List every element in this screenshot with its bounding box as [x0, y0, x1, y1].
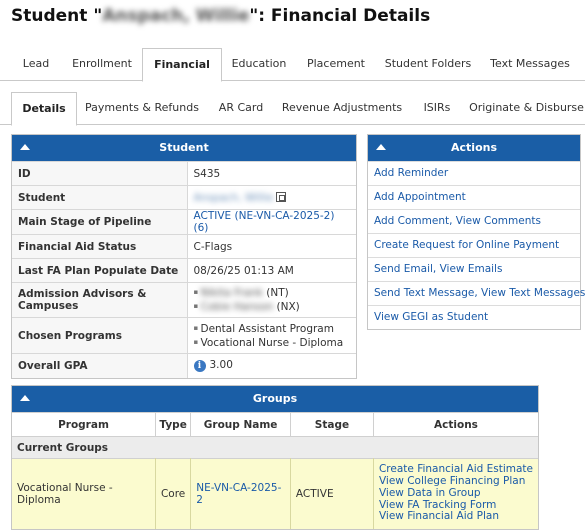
- actions-panel: Actions Add Reminder Add Appointment Add…: [367, 134, 585, 330]
- program-item: Vocational Nurse - Diploma: [194, 336, 351, 350]
- sub-tabs: Details Payments & Refunds AR Card Reven…: [0, 92, 585, 126]
- value-student: Anspach, Willie: [187, 185, 356, 210]
- action-add-comment: Add Comment, View Comments: [368, 209, 580, 233]
- student-name-link[interactable]: Anspach, Willie: [194, 192, 274, 204]
- program-item: Dental Assistant Program: [194, 322, 351, 336]
- table-row: Vocational Nurse - Diploma Core NE-VN-CA…: [12, 458, 538, 529]
- subtab-details[interactable]: Details: [11, 92, 77, 126]
- col-program[interactable]: Program: [12, 412, 156, 437]
- tab-enrollment[interactable]: Enrollment: [63, 48, 141, 81]
- subtab-revenue-adjustments[interactable]: Revenue Adjustments: [278, 92, 406, 125]
- groups-panel: Groups Program Type Group Name Stage Act…: [11, 385, 539, 530]
- caret-up-icon[interactable]: [20, 395, 30, 401]
- tab-student-folders[interactable]: Student Folders: [378, 48, 478, 81]
- col-stage[interactable]: Stage: [290, 412, 374, 437]
- action-send-text: Send Text Message, View Text Messages: [368, 281, 585, 305]
- link-view-financial-aid-plan[interactable]: View Financial Aid Plan: [379, 511, 533, 523]
- row-stage: Main Stage of Pipeline ACTIVE (NE-VN-CA-…: [12, 209, 356, 235]
- groups-header-row: Program Type Group Name Stage Actions: [12, 412, 538, 437]
- advisor-item: Cobie Hanson (NX): [194, 300, 351, 314]
- col-group-name[interactable]: Group Name: [190, 412, 291, 437]
- advisor-item: Nikita Frank (NT): [194, 286, 351, 300]
- tab-placement[interactable]: Placement: [297, 48, 375, 81]
- cell-actions: Create Financial Aid Estimate View Colle…: [373, 458, 538, 529]
- groups-panel-header: Groups: [12, 386, 538, 412]
- value-programs: Dental Assistant Program Vocational Nurs…: [187, 317, 356, 354]
- cell-stage: ACTIVE: [290, 458, 374, 529]
- action-create-payment-request: Create Request for Online Payment: [368, 233, 580, 257]
- action-add-appointment: Add Appointment: [368, 185, 580, 209]
- group-name-link[interactable]: NE-VN-CA-2025-2: [196, 482, 281, 506]
- row-student: Student Anspach, Willie: [12, 185, 356, 210]
- info-icon[interactable]: i: [193, 360, 206, 373]
- label-id: ID: [12, 161, 188, 186]
- label-gpa: Overall GPA: [12, 353, 188, 378]
- actions-panel-header: Actions: [368, 135, 580, 161]
- cell-program: Vocational Nurse - Diploma: [12, 458, 156, 529]
- student-details-table: ID S435 Student Anspach, Willie Main Sta…: [12, 161, 356, 378]
- subtab-payments-refunds[interactable]: Payments & Refunds: [80, 92, 204, 125]
- label-fa-plan: Last FA Plan Populate Date: [12, 258, 188, 283]
- value-fa-status: C-Flags: [187, 234, 356, 259]
- value-advisors: Nikita Frank (NT) Cobie Hanson (NX): [187, 282, 356, 318]
- page-title: Student "Anspach, Willie": Financial Det…: [11, 6, 431, 26]
- stage-link[interactable]: ACTIVE (NE-VN-CA-2025-2) (6): [194, 210, 335, 234]
- tab-lead[interactable]: Lead: [11, 48, 61, 81]
- home-icon[interactable]: [276, 191, 287, 202]
- label-programs: Chosen Programs: [12, 317, 188, 354]
- label-student: Student: [12, 185, 188, 210]
- cell-group-name: NE-VN-CA-2025-2: [190, 458, 291, 529]
- value-fa-plan: 08/26/25 01:13 AM: [187, 258, 356, 283]
- caret-up-icon[interactable]: [376, 144, 386, 150]
- action-view-gegi: View GEGI as Student: [368, 305, 580, 329]
- col-actions: Actions: [373, 412, 538, 437]
- section-current-groups: Current Groups: [12, 436, 538, 459]
- value-id: S435: [187, 161, 356, 186]
- tab-text-messages[interactable]: Text Messages: [480, 48, 580, 81]
- row-fa-plan: Last FA Plan Populate Date 08/26/25 01:1…: [12, 258, 356, 283]
- subtab-ar-card[interactable]: AR Card: [208, 92, 274, 125]
- action-add-reminder: Add Reminder: [368, 161, 580, 185]
- tab-financial[interactable]: Financial: [142, 48, 222, 82]
- label-fa-status: Financial Aid Status: [12, 234, 188, 259]
- main-tabs: Lead Enrollment Financial Education Plac…: [0, 48, 585, 82]
- groups-table: Program Type Group Name Stage Actions Cu…: [12, 412, 538, 529]
- subtab-originate-disburse[interactable]: Originate & Disburse: [468, 92, 585, 125]
- row-programs: Chosen Programs Dental Assistant Program…: [12, 317, 356, 354]
- student-panel-header: Student: [12, 135, 356, 161]
- value-gpa: i 3.00: [187, 353, 356, 378]
- row-advisors: Admission Advisors & Campuses Nikita Fra…: [12, 282, 356, 318]
- row-gpa: Overall GPA i 3.00: [12, 353, 356, 378]
- link-view-data-in-group[interactable]: View Data in Group: [379, 487, 533, 500]
- caret-up-icon[interactable]: [20, 144, 30, 150]
- student-name-blurred: Anspach, Willie: [102, 6, 250, 26]
- col-type[interactable]: Type: [155, 412, 192, 437]
- tab-education[interactable]: Education: [223, 48, 295, 81]
- label-advisors: Admission Advisors & Campuses: [12, 282, 188, 318]
- action-send-email: Send Email, View Emails: [368, 257, 580, 281]
- row-id: ID S435: [12, 161, 356, 186]
- label-stage: Main Stage of Pipeline: [12, 209, 188, 235]
- row-fa-status: Financial Aid Status C-Flags: [12, 234, 356, 259]
- subtab-isirs[interactable]: ISIRs: [410, 92, 464, 125]
- cell-type: Core: [155, 458, 192, 529]
- student-panel: Student ID S435 Student Anspach, Willie …: [11, 134, 357, 379]
- value-stage: ACTIVE (NE-VN-CA-2025-2) (6): [187, 209, 356, 235]
